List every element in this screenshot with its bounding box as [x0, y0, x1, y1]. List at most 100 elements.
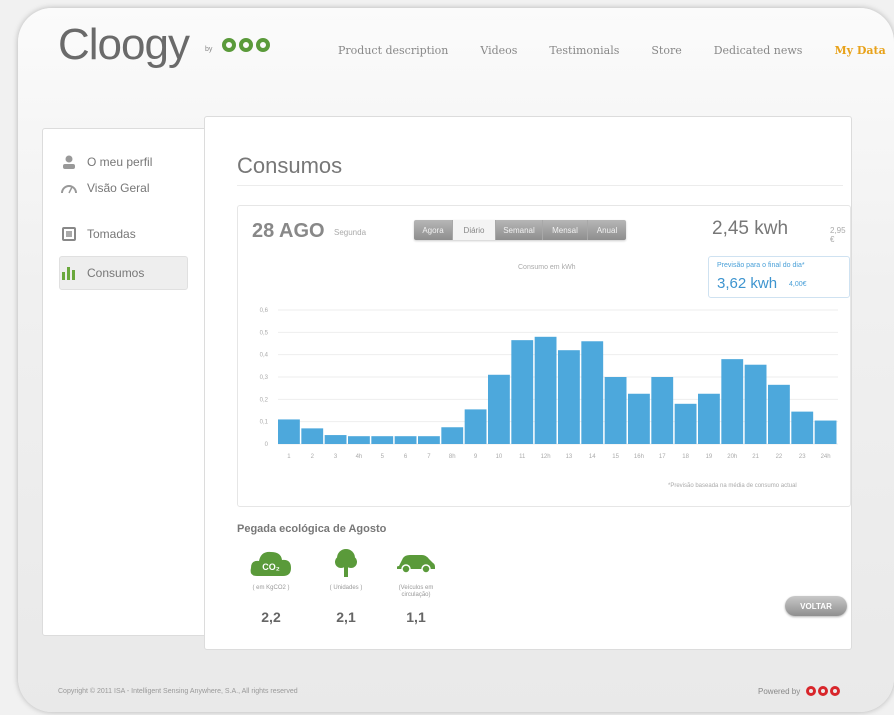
chart-bar	[674, 403, 697, 444]
nav-store[interactable]: Store	[651, 44, 681, 57]
x-tick-label: 12h	[541, 454, 551, 460]
chart-bar	[464, 409, 487, 444]
nav-dedicated-news[interactable]: Dedicated news	[714, 44, 803, 57]
chart-bar	[768, 384, 790, 444]
nav-videos[interactable]: Videos	[480, 44, 517, 57]
eco-unit: ( Unidades )	[329, 585, 363, 591]
sidebar-item-sockets[interactable]: Tomadas	[61, 227, 136, 241]
nav-my-data[interactable]: My Data	[834, 44, 885, 57]
forecast-label: Previsão para o final do dia*	[717, 262, 805, 269]
chart-bar	[628, 393, 650, 444]
sidebar-item-overview[interactable]: Visão Geral	[61, 181, 149, 195]
eco-item-trees: ( Unidades ) 2,1	[316, 547, 376, 625]
x-tick-label: 23	[799, 454, 806, 460]
title-divider	[237, 185, 843, 186]
sidebar-item-profile[interactable]: O meu perfil	[61, 155, 152, 169]
top-nav: Product description Videos Testimonials …	[338, 44, 886, 57]
x-tick-label: 1	[287, 454, 291, 460]
eco-value: 2,2	[261, 609, 281, 625]
tab-semanal[interactable]: Semanal	[496, 220, 543, 240]
isa-logo-icon	[222, 38, 270, 52]
chart-bar	[534, 336, 557, 444]
x-tick-label: 15	[612, 454, 619, 460]
y-tick-label: 0,3	[260, 375, 269, 381]
forecast-value: 3,62 kwh	[717, 275, 778, 292]
page-title: Consumos	[237, 153, 343, 178]
x-tick-label: 20h	[727, 454, 737, 460]
user-icon	[63, 155, 75, 169]
x-tick-label: 13	[566, 454, 573, 460]
logo[interactable]: Cloogy	[58, 20, 190, 70]
sidebar-item-consumption[interactable]: Consumos	[61, 266, 144, 280]
chart-bar	[511, 340, 534, 444]
chart-bar	[698, 393, 720, 444]
logo-text: Cloogy	[58, 20, 190, 69]
gauge-icon	[61, 185, 77, 194]
tab-diario[interactable]: Diário	[453, 220, 496, 240]
logo-by: by	[205, 46, 213, 53]
main-panel: Consumos 28 AGO Segunda Agora Diário Sem…	[204, 116, 852, 650]
y-tick-label: 0,1	[260, 420, 269, 426]
tab-mensal[interactable]: Mensal	[543, 220, 588, 240]
sidebar-item-label: O meu perfil	[87, 155, 153, 169]
chart-bar	[558, 350, 580, 444]
chart-bar	[371, 436, 394, 444]
chart-bar	[581, 341, 604, 444]
eco-footprint-title: Pegada ecológica de Agosto	[237, 523, 387, 535]
tab-agora[interactable]: Agora	[414, 220, 453, 240]
forecast-note: *Previsão baseada na média de consumo ac…	[668, 483, 797, 489]
y-tick-label: 0,2	[260, 397, 269, 403]
chart-bar	[791, 411, 814, 444]
chart-bar	[604, 377, 627, 444]
chart-bar	[348, 436, 370, 444]
x-tick-label: 7	[427, 454, 431, 460]
nav-product-description[interactable]: Product description	[338, 44, 448, 57]
x-tick-label: 16h	[634, 454, 644, 460]
sidebar-item-label: Visão Geral	[87, 181, 150, 195]
chart-bar	[301, 428, 324, 444]
tab-anual[interactable]: Anual	[588, 220, 626, 240]
x-tick-label: 10	[496, 454, 503, 460]
eco-unit: (Veículos em circulação)	[398, 585, 434, 598]
powered-by[interactable]: Powered by	[758, 686, 841, 696]
nav-testimonials[interactable]: Testimonials	[549, 44, 619, 57]
y-tick-label: 0,5	[260, 330, 269, 336]
total-cost: 2,95 €	[830, 226, 846, 244]
y-tick-label: 0	[265, 442, 269, 448]
x-tick-label: 22	[776, 454, 783, 460]
x-tick-label: 21	[752, 454, 759, 460]
x-tick-label: 24h	[821, 454, 831, 460]
svg-text:CO₂: CO₂	[262, 562, 280, 572]
eco-item-cars: (Veículos em circulação) 1,1	[386, 547, 446, 625]
bar-chart-icon	[62, 267, 75, 280]
x-tick-label: 14	[589, 454, 596, 460]
car-icon	[397, 555, 435, 574]
x-tick-label: 5	[381, 454, 385, 460]
eco-value: 2,1	[336, 609, 356, 625]
sidebar: O meu perfil Visão Geral Tomadas Consumo…	[42, 128, 214, 636]
back-button[interactable]: VOLTAR	[785, 596, 847, 616]
x-tick-label: 8h	[449, 454, 456, 460]
x-tick-label: 6	[404, 454, 408, 460]
chart-bar	[814, 420, 837, 444]
consumption-chart: 00,10,20,30,40,50,61 2 3 4h 5 6 7 8h 9 10 11 12h 13 1…	[260, 308, 838, 460]
chart-bar	[278, 419, 300, 444]
eco-value: 1,1	[406, 609, 426, 625]
chart-bar	[324, 435, 347, 444]
y-tick-label: 0,4	[260, 353, 269, 359]
period-tabs: Agora Diário Semanal Mensal Anual	[414, 220, 626, 240]
x-tick-label: 11	[519, 454, 526, 460]
x-tick-label: 4h	[356, 454, 363, 460]
tree-icon	[335, 549, 357, 577]
app-frame: Cloogy by Product description Videos Tes…	[18, 8, 894, 712]
eco-item-co2: CO₂ ( em KgCO2 ) 2,2	[241, 547, 301, 625]
x-tick-label: 17	[659, 454, 666, 460]
chart-bar	[744, 364, 767, 444]
chart-bar	[721, 359, 744, 444]
forecast-box: Previsão para o final do dia* 3,62 kwh 4…	[708, 256, 850, 298]
weekday-label: Segunda	[334, 228, 367, 237]
forecast-cost: 4,00€	[789, 281, 807, 288]
powered-by-label: Powered by	[758, 686, 801, 696]
chart-bar	[488, 374, 510, 444]
x-tick-label: 9	[474, 454, 478, 460]
